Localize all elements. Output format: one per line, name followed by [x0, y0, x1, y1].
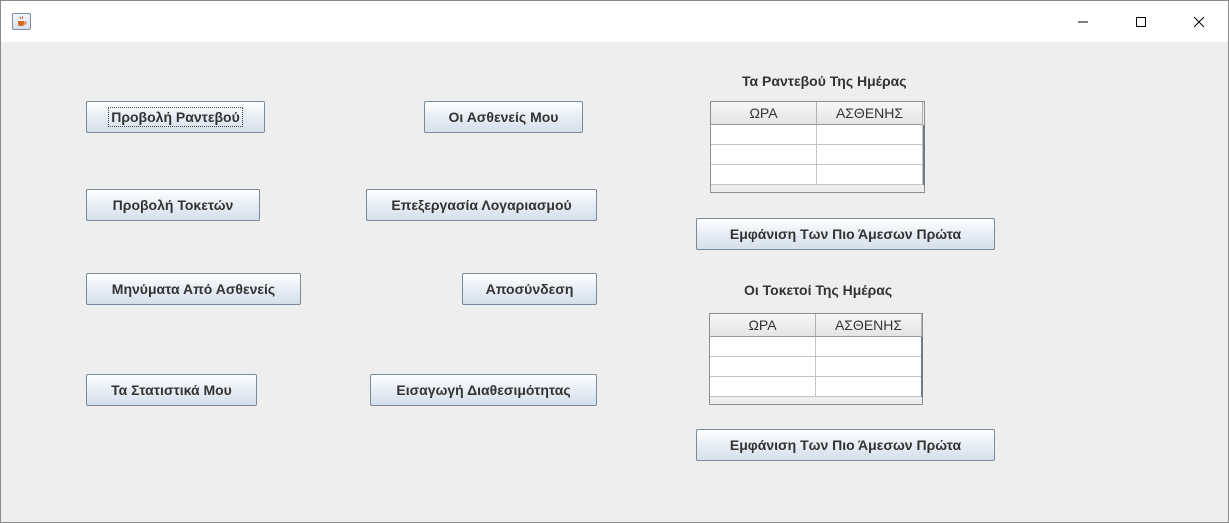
appointments-table[interactable]: ΩΡΑ ΑΣΘΕΝΗΣ: [710, 101, 925, 193]
logout-button[interactable]: Αποσύνδεση: [462, 273, 597, 305]
appointments-panel-title: Τα Ραντεβού Της Ημέρας: [742, 73, 907, 89]
table-row[interactable]: [710, 357, 922, 377]
my-statistics-button[interactable]: Τα Στατιστικά Μου: [86, 374, 257, 406]
table-cell[interactable]: [816, 357, 922, 377]
table-cell[interactable]: [711, 145, 817, 165]
table-cell[interactable]: [711, 165, 817, 185]
table-scroll-edge: [923, 125, 925, 185]
maximize-button[interactable]: [1112, 1, 1170, 42]
table-row[interactable]: [710, 377, 922, 397]
column-header-patient[interactable]: ΑΣΘΕΝΗΣ: [817, 102, 923, 125]
table-row[interactable]: [710, 337, 922, 357]
java-coffee-cup-icon[interactable]: [12, 13, 31, 30]
appointments-sort-soonest-label: Εμφάνιση Των Πιο Άμεσων Πρώτα: [729, 226, 962, 242]
table-cell[interactable]: [711, 125, 817, 145]
table-cell[interactable]: [816, 337, 922, 357]
my-statistics-label: Τα Στατιστικά Μου: [111, 382, 232, 398]
table-scroll-edge: [921, 337, 923, 397]
table-cell[interactable]: [710, 337, 816, 357]
edit-account-button[interactable]: Επεξεργασία Λογαριασμού: [366, 189, 597, 221]
appointments-table-header: ΩΡΑ ΑΣΘΕΝΗΣ: [711, 102, 923, 125]
minimize-button[interactable]: [1054, 1, 1112, 42]
births-table[interactable]: ΩΡΑ ΑΣΘΕΝΗΣ: [709, 313, 923, 405]
maximize-icon: [1136, 16, 1146, 27]
table-cell[interactable]: [817, 145, 923, 165]
table-row[interactable]: [711, 125, 923, 145]
births-sort-soonest-label: Εμφάνιση Των Πιο Άμεσων Πρώτα: [729, 437, 962, 453]
column-header-patient[interactable]: ΑΣΘΕΝΗΣ: [816, 314, 922, 337]
table-cell[interactable]: [710, 377, 816, 397]
edit-account-label: Επεξεργασία Λογαριασμού: [391, 197, 572, 213]
view-births-button[interactable]: Προβολή Τοκετών: [86, 189, 260, 221]
my-patients-label: Οι Ασθενείς Μου: [448, 109, 559, 125]
births-table-header: ΩΡΑ ΑΣΘΕΝΗΣ: [710, 314, 922, 337]
table-cell[interactable]: [710, 357, 816, 377]
patient-messages-label: Μηνύματα Από Ασθενείς: [111, 281, 276, 297]
enter-availability-label: Εισαγωγή Διαθεσιμότητας: [396, 382, 571, 398]
column-header-time[interactable]: ΩΡΑ: [710, 314, 816, 337]
table-cell[interactable]: [817, 125, 923, 145]
patient-messages-button[interactable]: Μηνύματα Από Ασθενείς: [86, 273, 301, 305]
table-cell[interactable]: [816, 377, 922, 397]
title-bar[interactable]: [1, 1, 1228, 42]
births-panel-title: Οι Τοκετοί Της Ημέρας: [744, 282, 893, 298]
births-sort-soonest-button[interactable]: Εμφάνιση Των Πιο Άμεσων Πρώτα: [696, 429, 995, 461]
table-row[interactable]: [711, 165, 923, 185]
appointments-sort-soonest-button[interactable]: Εμφάνιση Των Πιο Άμεσων Πρώτα: [696, 218, 995, 250]
main-content-panel: Προβολή Ραντεβού Προβολή Τοκετών Μηνύματ…: [1, 42, 1228, 522]
close-button[interactable]: [1170, 1, 1228, 42]
application-window: Προβολή Ραντεβού Προβολή Τοκετών Μηνύματ…: [0, 0, 1229, 523]
logout-label: Αποσύνδεση: [485, 281, 574, 297]
minimize-icon: [1078, 21, 1088, 22]
column-header-time[interactable]: ΩΡΑ: [711, 102, 817, 125]
view-births-label: Προβολή Τοκετών: [112, 197, 234, 213]
table-cell[interactable]: [817, 165, 923, 185]
my-patients-button[interactable]: Οι Ασθενείς Μου: [424, 101, 583, 133]
close-icon: [1193, 16, 1205, 27]
enter-availability-button[interactable]: Εισαγωγή Διαθεσιμότητας: [370, 374, 597, 406]
view-appointments-label: Προβολή Ραντεβού: [108, 107, 243, 127]
view-appointments-button[interactable]: Προβολή Ραντεβού: [86, 101, 265, 133]
table-row[interactable]: [711, 145, 923, 165]
